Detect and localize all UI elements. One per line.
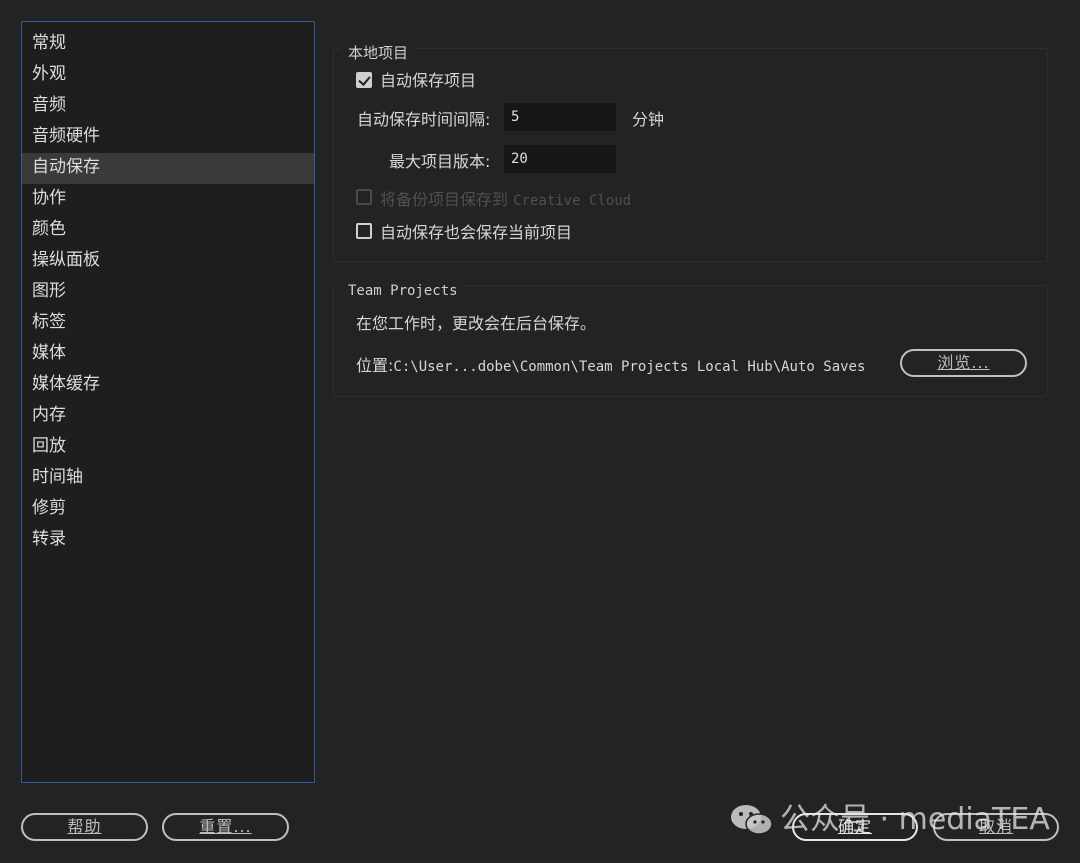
cloud-backup-label: 将备份项目保存到 Creative Cloud — [380, 190, 631, 211]
sidebar-item-trim[interactable]: 修剪 — [22, 494, 314, 525]
team-projects-group — [333, 285, 1048, 397]
watermark-text: 公众号 · mediaTEA — [780, 802, 1050, 837]
sidebar-item-collaboration[interactable]: 协作 — [22, 184, 314, 215]
preferences-dialog: 常规 外观 音频 音频硬件 自动保存 协作 颜色 操纵面板 图形 标签 媒体 媒… — [0, 0, 1080, 863]
autosave-interval-label: 自动保存时间间隔: — [357, 110, 491, 129]
sidebar-item-media-cache[interactable]: 媒体缓存 — [22, 370, 314, 401]
sidebar-item-media[interactable]: 媒体 — [22, 339, 314, 370]
browse-button[interactable]: 浏览... — [900, 349, 1027, 377]
sidebar-item-labels[interactable]: 标签 — [22, 308, 314, 339]
autosave-interval-unit: 分钟 — [632, 110, 665, 129]
team-projects-info: 在您工作时，更改会在后台保存。 — [356, 314, 597, 333]
team-projects-group-title: Team Projects — [340, 282, 464, 300]
sidebar-item-graphics[interactable]: 图形 — [22, 277, 314, 308]
preferences-category-list[interactable]: 常规 外观 音频 音频硬件 自动保存 协作 颜色 操纵面板 图形 标签 媒体 媒… — [21, 21, 315, 783]
sidebar-item-auto-save[interactable]: 自动保存 — [22, 153, 314, 184]
sidebar-item-playback[interactable]: 回放 — [22, 432, 314, 463]
cloud-backup-checkbox[interactable] — [356, 189, 372, 205]
cloud-backup-label-en: Creative Cloud — [513, 193, 632, 209]
sidebar-item-color[interactable]: 颜色 — [22, 215, 314, 246]
autosave-project-label: 自动保存项目 — [380, 71, 477, 90]
sidebar-item-audio[interactable]: 音频 — [22, 91, 314, 122]
help-button[interactable]: 帮助 — [21, 813, 148, 841]
sidebar-item-control-surface[interactable]: 操纵面板 — [22, 246, 314, 277]
cloud-backup-label-cn: 将备份项目保存到 — [380, 190, 509, 209]
save-current-project-label: 自动保存也会保存当前项目 — [380, 223, 573, 242]
sidebar-item-timeline[interactable]: 时间轴 — [22, 463, 314, 494]
sidebar-item-memory[interactable]: 内存 — [22, 401, 314, 432]
sidebar-item-appearance[interactable]: 外观 — [22, 60, 314, 91]
autosave-interval-input[interactable]: 5 — [504, 103, 616, 131]
location-path: C:\User...dobe\Common\Team Projects Loca… — [393, 359, 866, 375]
sidebar-item-audio-hardware[interactable]: 音频硬件 — [22, 122, 314, 153]
wechat-icon — [731, 805, 773, 835]
local-project-group-title: 本地项目 — [340, 44, 415, 62]
location-label: 位置: — [356, 356, 394, 375]
reset-button[interactable]: 重置... — [162, 813, 289, 841]
sidebar-item-general[interactable]: 常规 — [22, 29, 314, 60]
team-projects-location: 位置:C:\User...dobe\Common\Team Projects L… — [356, 356, 865, 377]
sidebar-item-transcription[interactable]: 转录 — [22, 525, 314, 556]
autosave-project-checkbox[interactable] — [356, 72, 372, 88]
max-versions-label: 最大项目版本: — [389, 152, 491, 171]
max-versions-input[interactable]: 20 — [504, 145, 616, 173]
save-current-project-checkbox[interactable] — [356, 223, 372, 239]
